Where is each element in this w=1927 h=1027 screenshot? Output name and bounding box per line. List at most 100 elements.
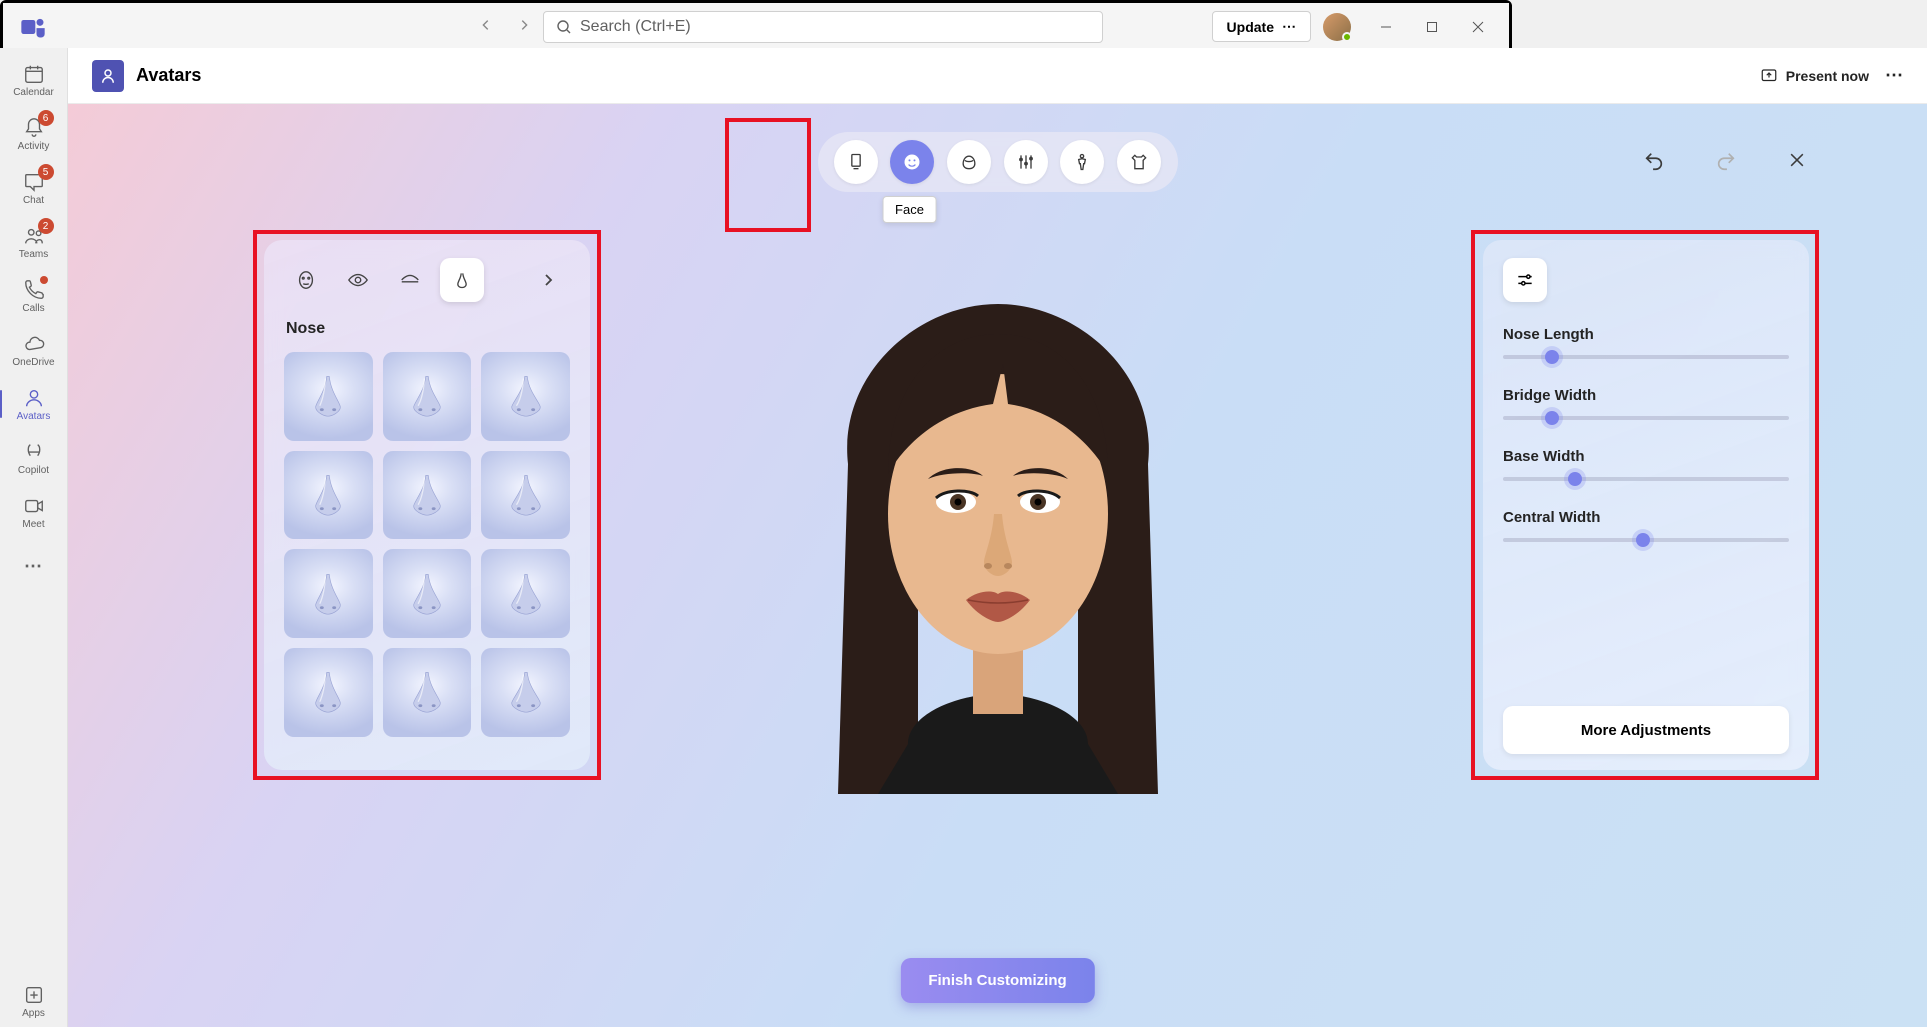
history-nav: [475, 12, 535, 41]
rail-label: Teams: [19, 249, 48, 260]
finish-customizing-button[interactable]: Finish Customizing: [900, 958, 1094, 1003]
rail-calendar[interactable]: Calendar: [6, 54, 62, 106]
panel-title: Nose: [286, 320, 570, 338]
undo-button[interactable]: [1643, 150, 1665, 177]
more-adjustments-button[interactable]: More Adjustments: [1503, 706, 1789, 754]
subtab-face-shape[interactable]: [284, 258, 328, 302]
share-screen-icon: [1760, 67, 1778, 85]
rail-avatars[interactable]: Avatars: [6, 378, 62, 430]
cat-hair[interactable]: [947, 140, 991, 184]
nose-option[interactable]: [383, 549, 472, 638]
slider[interactable]: [1503, 355, 1789, 359]
nose-option[interactable]: [383, 451, 472, 540]
rail-copilot[interactable]: Copilot: [6, 432, 62, 484]
slider[interactable]: [1503, 416, 1789, 420]
adjustments-panel: Nose LengthBridge WidthBase WidthCentral…: [1483, 240, 1809, 770]
rail-activity[interactable]: 6 Activity: [6, 108, 62, 160]
close-editor-button[interactable]: [1787, 150, 1807, 177]
profile-avatar[interactable]: [1323, 13, 1351, 41]
slider-thumb[interactable]: [1568, 472, 1582, 486]
editor-canvas: Face: [68, 104, 1927, 1027]
nose-option[interactable]: [481, 549, 570, 638]
slider-thumb[interactable]: [1545, 411, 1559, 425]
slider[interactable]: [1503, 477, 1789, 481]
redo-button[interactable]: [1715, 150, 1737, 177]
rail-label: Calls: [22, 303, 44, 314]
annotation-highlight: [725, 118, 811, 232]
nose-option[interactable]: [481, 451, 570, 540]
window-maximize-button[interactable]: [1409, 11, 1455, 43]
slider-label: Bridge Width: [1503, 387, 1789, 404]
options-panel: Nose: [264, 240, 590, 770]
present-now-button[interactable]: Present now: [1760, 67, 1869, 85]
slider-thumb[interactable]: [1545, 350, 1559, 364]
app-rail: Calendar 6 Activity 5 Chat 2 Teams Calls…: [0, 48, 68, 1027]
badge-dot: [40, 276, 48, 284]
rail-label: Meet: [22, 519, 44, 530]
more-adjustments-label: More Adjustments: [1581, 722, 1711, 739]
slider-group: Base Width: [1503, 448, 1789, 481]
finish-label: Finish Customizing: [928, 972, 1066, 989]
rail-label: Activity: [18, 141, 50, 152]
more-icon[interactable]: ⋯: [1885, 65, 1903, 86]
sliders-icon[interactable]: [1503, 258, 1547, 302]
cat-face[interactable]: [890, 140, 934, 184]
face-subtabs: [284, 258, 570, 302]
copilot-icon: [22, 440, 46, 464]
video-icon: [22, 494, 46, 518]
cat-templates[interactable]: [834, 140, 878, 184]
teams-logo-icon: [19, 13, 47, 41]
avatar-preview: [778, 284, 1218, 794]
present-label: Present now: [1786, 68, 1869, 84]
page-header: Avatars Present now ⋯: [68, 48, 1927, 104]
rail-onedrive[interactable]: OneDrive: [6, 324, 62, 376]
slider-group: Bridge Width: [1503, 387, 1789, 420]
nose-option[interactable]: [481, 352, 570, 441]
rail-label: Avatars: [17, 411, 51, 422]
cloud-icon: [22, 332, 46, 356]
rail-meet[interactable]: Meet: [6, 486, 62, 538]
subtab-eyes[interactable]: [336, 258, 380, 302]
search-input[interactable]: Search (Ctrl+E): [543, 11, 1103, 43]
rail-more[interactable]: ⋯: [6, 540, 62, 592]
nose-option[interactable]: [481, 648, 570, 737]
cat-body[interactable]: [1060, 140, 1104, 184]
category-bar: [818, 132, 1178, 192]
update-label: Update: [1227, 19, 1274, 35]
subtab-next[interactable]: [526, 258, 570, 302]
subtab-eyebrows[interactable]: [388, 258, 432, 302]
nose-option[interactable]: [284, 648, 373, 737]
slider-thumb[interactable]: [1636, 533, 1650, 547]
subtab-nose[interactable]: [440, 258, 484, 302]
rail-apps[interactable]: Apps: [6, 975, 62, 1027]
nav-forward-icon[interactable]: [513, 12, 535, 41]
more-icon: ⋯: [1282, 18, 1296, 35]
nose-option-grid: [284, 352, 570, 737]
rail-calls[interactable]: Calls: [6, 270, 62, 322]
badge: 6: [38, 110, 54, 126]
cat-wardrobe[interactable]: [1117, 140, 1161, 184]
window-minimize-button[interactable]: [1363, 11, 1409, 43]
nose-option[interactable]: [284, 451, 373, 540]
rail-chat[interactable]: 5 Chat: [6, 162, 62, 214]
rail-label: OneDrive: [12, 357, 54, 368]
rail-label: Apps: [22, 1008, 45, 1019]
update-button[interactable]: Update ⋯: [1212, 11, 1311, 42]
slider-label: Base Width: [1503, 448, 1789, 465]
editor-actions: [1643, 150, 1807, 177]
nose-option[interactable]: [383, 648, 472, 737]
slider[interactable]: [1503, 538, 1789, 542]
nose-option[interactable]: [284, 549, 373, 638]
presence-indicator: [1342, 32, 1352, 42]
search-placeholder: Search (Ctrl+E): [580, 18, 691, 36]
rail-label: Copilot: [18, 465, 49, 476]
nose-option[interactable]: [284, 352, 373, 441]
nav-back-icon[interactable]: [475, 12, 497, 41]
nose-option[interactable]: [383, 352, 472, 441]
page: Avatars Present now ⋯ Face: [68, 48, 1927, 1027]
page-title: Avatars: [136, 65, 201, 86]
rail-teams[interactable]: 2 Teams: [6, 216, 62, 268]
slider-list: Nose LengthBridge WidthBase WidthCentral…: [1503, 326, 1789, 542]
cat-appearance[interactable]: [1004, 140, 1048, 184]
window-close-button[interactable]: [1455, 11, 1501, 43]
